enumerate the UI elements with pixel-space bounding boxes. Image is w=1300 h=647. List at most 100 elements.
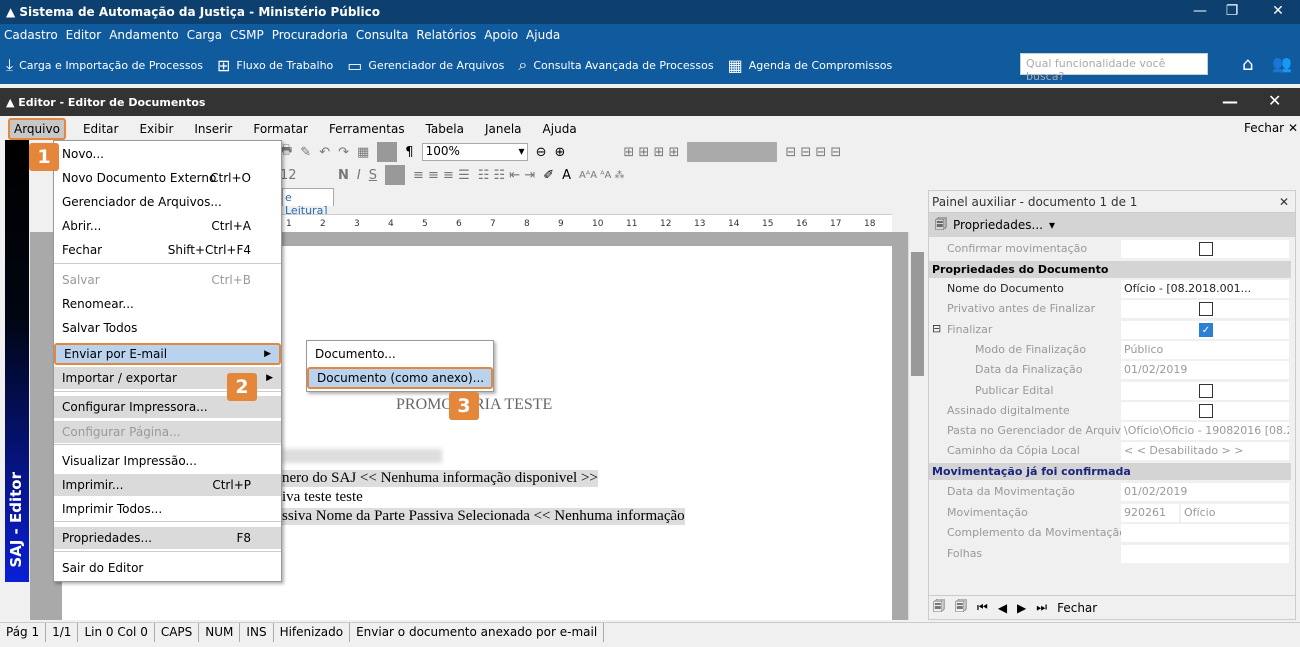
property-value[interactable]: < < Desabilitado > >	[1121, 442, 1289, 461]
menu-csmp[interactable]: CSMP	[230, 28, 264, 42]
undo-icon[interactable]: ↶	[319, 145, 330, 160]
menu-carga[interactable]: Carga	[187, 28, 222, 42]
property-value[interactable]: Público	[1121, 340, 1289, 359]
menu-formatar[interactable]: Formatar	[249, 120, 312, 138]
close-button[interactable]: ✕	[1258, 0, 1298, 22]
menu-item[interactable]: Imprimir Todos...	[54, 498, 281, 520]
menu-item[interactable]: Abrir... Ctrl+A	[54, 215, 281, 237]
last-icon[interactable]: ⏭	[1036, 600, 1047, 615]
editor-close-button[interactable]: ✕	[1268, 91, 1281, 110]
highlight-icon[interactable]: ✐	[543, 168, 554, 183]
menu-procuradoria[interactable]: Procuradoria	[272, 28, 348, 42]
checkbox[interactable]	[1199, 242, 1213, 256]
panel-close-icon[interactable]: ✕	[1279, 195, 1289, 209]
menu-arquivo[interactable]: Arquivo	[8, 118, 66, 140]
users-icon[interactable]: 👥	[1272, 54, 1292, 73]
property-value[interactable]	[1121, 381, 1289, 400]
property-row[interactable]: Publicar Edital	[929, 381, 1291, 401]
checkbox[interactable]	[1199, 302, 1213, 317]
property-row[interactable]: Folhas	[929, 544, 1291, 564]
align-left-icon[interactable]	[385, 165, 405, 185]
menu-ajuda[interactable]: Ajuda	[526, 28, 560, 42]
editor-minimize-button[interactable]: —	[1222, 92, 1238, 111]
menu-exibir[interactable]: Exibir	[135, 120, 177, 138]
menu-inserir[interactable]: Inserir	[190, 120, 236, 138]
property-row[interactable]: Data da Movimentação 01/02/2019	[929, 482, 1291, 502]
menu-item[interactable]: Gerenciador de Arquivos...	[54, 191, 281, 213]
property-row[interactable]: Data da Finalização 01/02/2019	[929, 360, 1291, 380]
section-header[interactable]: Propriedades do Documento	[929, 261, 1291, 278]
menu-andamento[interactable]: Andamento	[109, 28, 179, 42]
underline-icon[interactable]: S	[369, 168, 377, 183]
italic-icon[interactable]: I	[357, 168, 361, 183]
next-icon[interactable]: ▶	[1017, 601, 1026, 615]
menu-item[interactable]: Configurar Página...	[54, 421, 281, 443]
menu-item[interactable]: Enviar por E-mail ▶	[54, 343, 281, 365]
property-row[interactable]: Modo de Finalização Público	[929, 340, 1291, 360]
property-value-2[interactable]: Ofício	[1181, 503, 1289, 522]
property-value[interactable]	[1121, 240, 1289, 258]
align-icons[interactable]: ≡ ≡ ≡ ☰	[413, 168, 470, 183]
property-row[interactable]: Caminho da Cópia Local < < Desabilitado >…	[929, 441, 1291, 461]
pilcrow-icon[interactable]: ¶	[405, 145, 413, 160]
menu-relatorios[interactable]: Relatórios	[416, 28, 476, 42]
menu-item[interactable]: Salvar Todos	[54, 317, 281, 339]
zoom-select[interactable]: 100% ▾	[421, 143, 528, 161]
section-header[interactable]: Movimentação já foi confirmada	[929, 463, 1291, 480]
menu-editor[interactable]: Editor	[66, 28, 102, 42]
grid-icon[interactable]	[377, 142, 398, 162]
menu-item[interactable]: Novo...	[54, 143, 281, 165]
fechar-menu[interactable]: Fechar ✕	[1244, 121, 1298, 135]
checkbox[interactable]	[1199, 403, 1213, 418]
prev-icon[interactable]: ◀	[998, 601, 1007, 615]
property-value[interactable]	[1121, 544, 1289, 563]
checkbox[interactable]	[1199, 383, 1213, 398]
menu-ferramentas[interactable]: Ferramentas	[325, 120, 409, 138]
footer-close-button[interactable]: Fechar	[1057, 601, 1097, 615]
table-more-icon[interactable]: ⊟ ⊟ ⊟ ⊟	[785, 145, 841, 160]
collapse-icon[interactable]: ⊟	[932, 322, 941, 335]
bold-icon[interactable]: N	[338, 168, 349, 183]
property-value[interactable]: 01/02/2019	[1121, 361, 1289, 380]
property-row[interactable]: Assinado digitalmente	[929, 401, 1291, 421]
property-value[interactable]: 01/02/2019	[1121, 483, 1289, 501]
property-value[interactable]: ✓	[1121, 320, 1289, 339]
property-value[interactable]: Ofício - [08.2018.001...	[1121, 280, 1289, 298]
menu-apoio[interactable]: Apoio	[484, 28, 518, 42]
menu-tabela[interactable]: Tabela	[422, 120, 468, 138]
redo-icon[interactable]: ↷	[338, 145, 349, 160]
menu-item[interactable]: Novo Documento Externo Ctrl+O	[54, 167, 281, 189]
menu-item[interactable]: Renomear...	[54, 293, 281, 315]
scroll-thumb[interactable]	[911, 252, 924, 376]
feature-search-input[interactable]: Qual funcionalidade você busca?	[1020, 53, 1208, 83]
tool-agenda[interactable]: ▦ Agenda de Compromissos	[728, 56, 893, 75]
tool-gerenciador[interactable]: ▭ Gerenciador de Arquivos	[347, 56, 504, 75]
submenu-documento[interactable]: Documento...	[307, 343, 493, 365]
property-row[interactable]: Finalizar ✓ ⊟	[929, 320, 1291, 340]
properties-toolbar[interactable]: 🗐 Propriedades... ▾	[929, 213, 1295, 237]
font-color-icon[interactable]: A	[562, 168, 571, 183]
property-row[interactable]: Privativo antes de Finalizar	[929, 299, 1291, 319]
footer-icon-2[interactable]: 🗐	[955, 597, 967, 618]
table-icon[interactable]: ▦	[357, 145, 369, 160]
footer-icon-1[interactable]: 🗐	[933, 597, 945, 618]
case-icons[interactable]: AᴬA ᴬA ⁂	[579, 170, 625, 181]
property-row[interactable]: Nome do Documento Ofício - [08.2018.001..…	[929, 279, 1291, 299]
property-value[interactable]	[1121, 300, 1289, 319]
tool-fluxo[interactable]: ⊞ Fluxo de Trabalho	[217, 56, 333, 75]
menu-item[interactable]: Salvar Ctrl+B	[54, 269, 281, 291]
menu-consulta[interactable]: Consulta	[356, 28, 409, 42]
list-icons[interactable]: ☷ ☷ ⇤ ⇥	[478, 168, 536, 183]
property-row[interactable]: Confirmar movimentação	[929, 239, 1291, 259]
menu-item[interactable]: Sair do Editor	[54, 557, 281, 579]
property-value[interactable]	[1121, 401, 1289, 420]
property-row[interactable]: Movimentação Ofício 920261	[929, 503, 1291, 523]
restore-button[interactable]: ❐	[1212, 0, 1252, 22]
format-painter-icon[interactable]: ✎	[300, 145, 311, 160]
checkbox[interactable]: ✓	[1199, 322, 1213, 337]
menu-item[interactable]: Imprimir... Ctrl+P	[54, 474, 281, 496]
zoom-out-icon[interactable]: ⊖	[536, 145, 547, 160]
menu-item[interactable]: Fechar Shift+Ctrl+F4	[54, 239, 281, 261]
property-value[interactable]: \Ofício\Oficio - 19082016 [08.2...	[1121, 422, 1289, 441]
first-icon[interactable]: ⏮	[977, 600, 988, 615]
